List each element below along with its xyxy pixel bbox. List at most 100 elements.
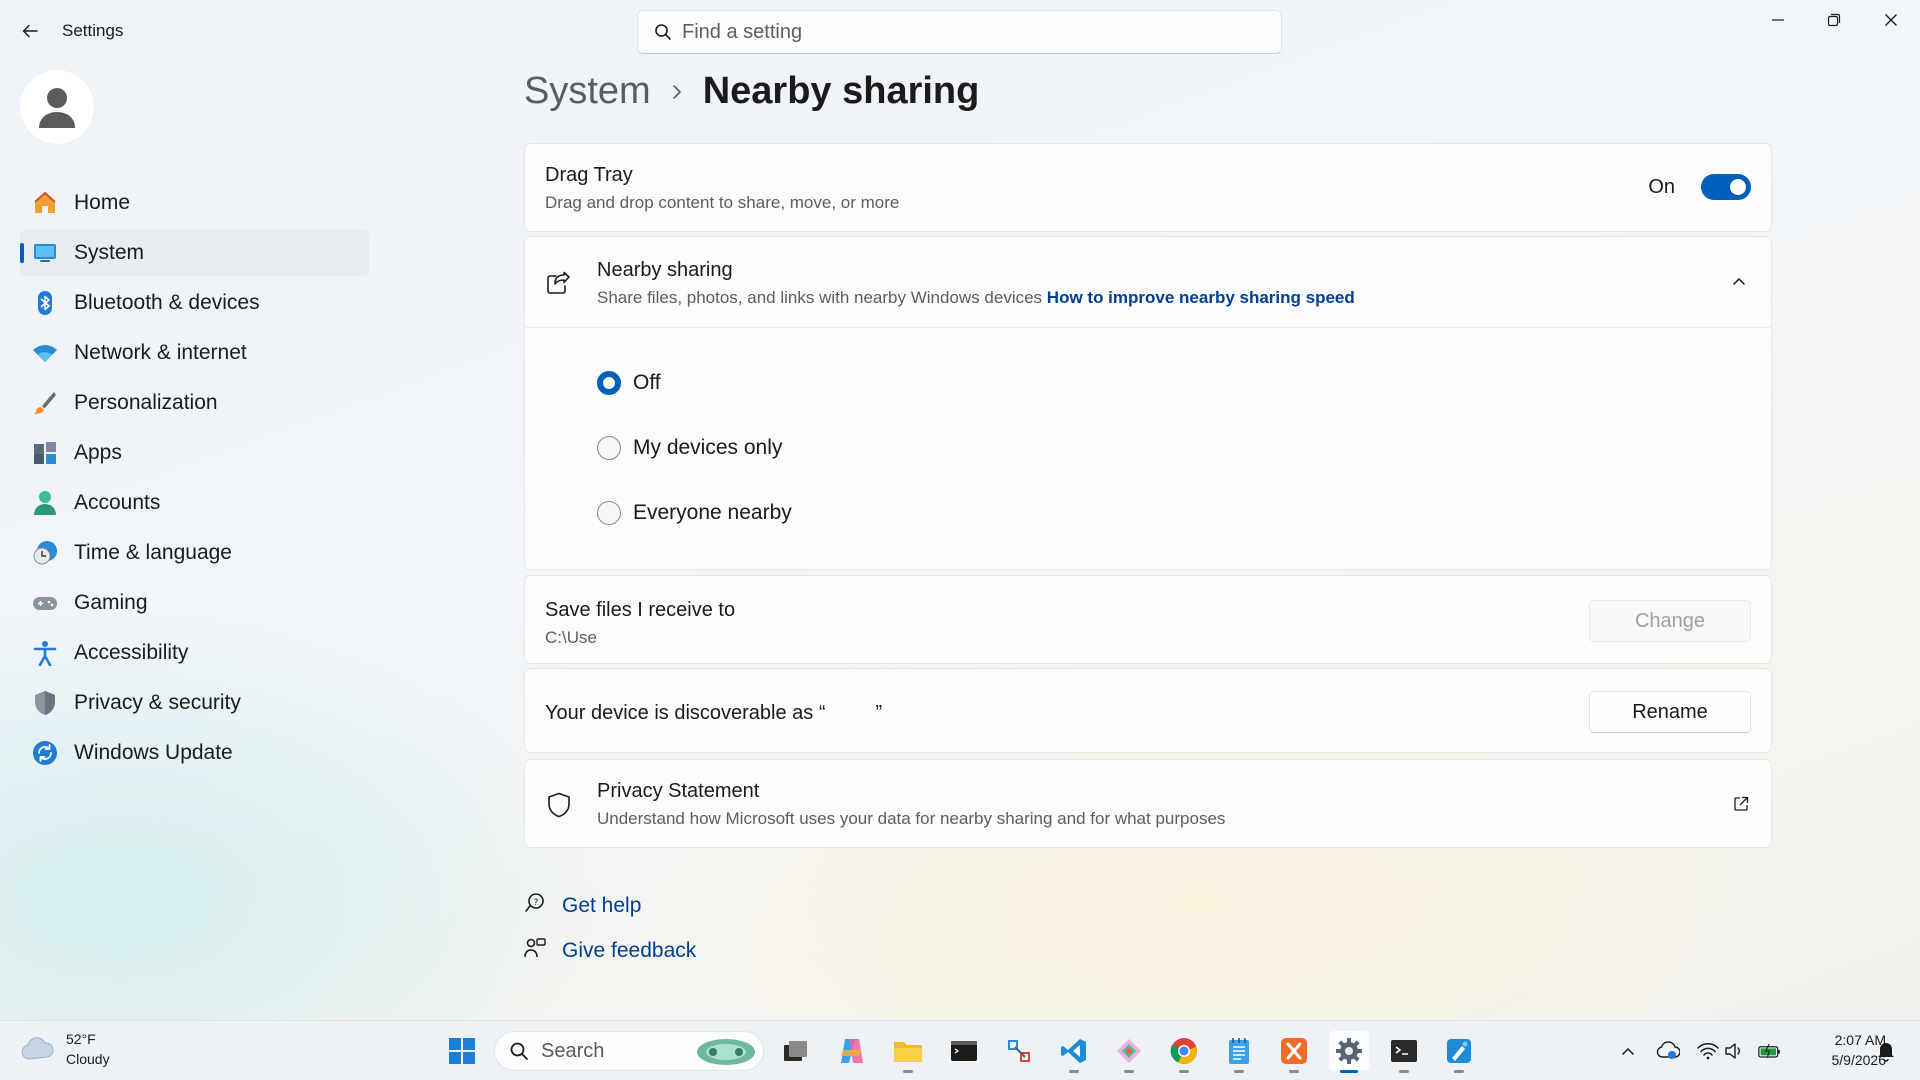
battery-charging-icon xyxy=(1758,1043,1780,1058)
taskbar-search[interactable]: Search xyxy=(494,1031,764,1071)
sidebar-item-accounts[interactable]: Accounts xyxy=(20,480,369,526)
battery-tray-icon[interactable] xyxy=(1758,1039,1782,1063)
share-icon xyxy=(545,270,571,301)
gear-icon xyxy=(1336,1038,1362,1064)
nearby-sharing-header[interactable]: Nearby sharing Share files, photos, and … xyxy=(525,237,1771,328)
show-hidden-icons-button[interactable] xyxy=(1616,1039,1640,1063)
folder-icon xyxy=(894,1042,922,1062)
notifications-button[interactable] xyxy=(1874,1039,1898,1063)
copilot-icon xyxy=(841,1039,863,1063)
sidebar-item-gaming[interactable]: Gaming xyxy=(20,580,369,626)
radio-button[interactable] xyxy=(597,371,621,395)
radio-option-off[interactable]: Off xyxy=(597,371,661,395)
sidebar-item-label: Time & language xyxy=(74,541,232,564)
running-indicator xyxy=(903,1070,913,1073)
radio-option-my-devices[interactable]: My devices only xyxy=(597,436,782,460)
sidebar-item-windows-update[interactable]: Windows Update xyxy=(20,730,369,776)
weather-temp: 52°F xyxy=(66,1031,96,1047)
settings-taskbar-button[interactable] xyxy=(1329,1031,1369,1073)
xampp-button[interactable] xyxy=(1274,1031,1314,1073)
save-files-card: Save files I receive to C:\Use Change xyxy=(524,575,1772,664)
app-title: Settings xyxy=(62,21,124,40)
restore-icon xyxy=(1827,13,1841,27)
drag-tray-toggle[interactable] xyxy=(1701,174,1751,200)
sidebar-item-home[interactable]: Home xyxy=(20,180,369,226)
minimize-button[interactable] xyxy=(1750,0,1806,40)
sidebar-item-system[interactable]: System xyxy=(20,230,369,276)
wifi-icon xyxy=(32,340,58,366)
windows-terminal-button[interactable] xyxy=(1384,1031,1424,1073)
radio-label: My devices only xyxy=(633,436,783,459)
radio-option-everyone[interactable]: Everyone nearby xyxy=(597,501,792,525)
privacy-statement-card[interactable]: Privacy Statement Understand how Microso… xyxy=(524,759,1772,848)
help-chat-icon: ? xyxy=(524,892,546,919)
sidebar-item-apps[interactable]: Apps xyxy=(20,430,369,476)
back-arrow-icon xyxy=(22,24,38,38)
chrome-icon xyxy=(1170,1038,1197,1064)
speaker-icon xyxy=(1725,1043,1740,1059)
system-icon xyxy=(32,240,58,266)
terminal-app-button[interactable] xyxy=(944,1031,984,1071)
git-app-button[interactable] xyxy=(1109,1031,1149,1073)
onedrive-tray-icon[interactable] xyxy=(1656,1039,1680,1063)
chevron-up-icon[interactable] xyxy=(1731,273,1747,294)
radio-button[interactable] xyxy=(597,436,621,460)
improve-speed-link[interactable]: How to improve nearby sharing speed xyxy=(1047,288,1355,307)
start-button[interactable] xyxy=(442,1031,482,1071)
sidebar-item-network[interactable]: Network & internet xyxy=(20,330,369,376)
settings-search-box[interactable] xyxy=(637,10,1282,54)
sidebar-item-bluetooth[interactable]: Bluetooth & devices xyxy=(20,280,369,326)
get-help-link[interactable]: ? Get help xyxy=(524,892,641,919)
drag-tray-card: Drag Tray Drag and drop content to share… xyxy=(524,143,1772,232)
change-folder-button[interactable]: Change xyxy=(1589,600,1751,642)
sidebar-item-accessibility[interactable]: Accessibility xyxy=(20,630,369,676)
discoverable-suffix: ” xyxy=(875,702,883,724)
radio-label: Off xyxy=(633,371,661,394)
windows-logo-icon xyxy=(449,1038,475,1064)
wifi-tray-icon[interactable] xyxy=(1696,1039,1720,1063)
user-avatar[interactable] xyxy=(20,70,94,144)
nearby-sharing-subtitle: Share files, photos, and links with near… xyxy=(597,288,1043,307)
vscode-icon xyxy=(1061,1039,1086,1063)
close-icon xyxy=(1885,14,1897,26)
weather-widget[interactable]: 52°F Cloudy xyxy=(20,1029,110,1069)
notepad-button[interactable] xyxy=(1219,1031,1259,1073)
minimize-icon xyxy=(1772,19,1784,21)
file-explorer-button[interactable] xyxy=(888,1031,928,1073)
sidebar-item-personalization[interactable]: Personalization xyxy=(20,380,369,426)
sidebar-item-label: System xyxy=(74,241,145,264)
privacy-statement-title: Privacy Statement xyxy=(597,780,760,802)
taskbar-search-label: Search xyxy=(541,1039,605,1062)
get-help-label: Get help xyxy=(562,893,642,917)
chrome-button[interactable] xyxy=(1164,1031,1204,1073)
running-indicator xyxy=(1454,1070,1464,1073)
settings-search-input[interactable] xyxy=(682,20,1242,44)
task-view-button[interactable] xyxy=(776,1031,816,1071)
git-diamond-icon xyxy=(1117,1039,1141,1063)
sidebar-item-time-language[interactable]: Time & language xyxy=(20,530,369,576)
rename-button[interactable]: Rename xyxy=(1589,691,1751,733)
volume-tray-icon[interactable] xyxy=(1722,1039,1746,1063)
give-feedback-link[interactable]: Give feedback xyxy=(524,937,696,964)
copilot-button[interactable] xyxy=(832,1031,872,1071)
breadcrumb-parent-link[interactable]: System xyxy=(524,70,651,113)
restore-button[interactable] xyxy=(1806,0,1862,40)
shield-outline-icon xyxy=(547,792,571,823)
drag-tray-subtitle: Drag and drop content to share, move, or… xyxy=(545,193,900,212)
close-button[interactable] xyxy=(1863,0,1919,40)
save-files-path: C:\Use xyxy=(545,628,597,647)
sidebar-item-privacy-security[interactable]: Privacy & security xyxy=(20,680,369,726)
sidebar-nav: Home System Bluetooth & devices Network … xyxy=(20,180,369,780)
xampp-icon xyxy=(1281,1038,1307,1064)
svg-text:?: ? xyxy=(534,898,539,908)
running-indicator xyxy=(1124,1070,1134,1073)
paint-app-button[interactable] xyxy=(1439,1031,1479,1073)
taskbar: 52°F Cloudy Search 2:07 AM 5/9/2026 xyxy=(0,1020,1920,1080)
active-indicator xyxy=(1340,1070,1358,1073)
vscode-button[interactable] xyxy=(1054,1031,1094,1073)
search-icon xyxy=(654,23,672,41)
radio-button[interactable] xyxy=(597,501,621,525)
privacy-statement-subtitle: Understand how Microsoft uses your data … xyxy=(597,809,1226,828)
snipping-tool-button[interactable] xyxy=(999,1031,1039,1071)
back-button[interactable] xyxy=(14,15,46,47)
